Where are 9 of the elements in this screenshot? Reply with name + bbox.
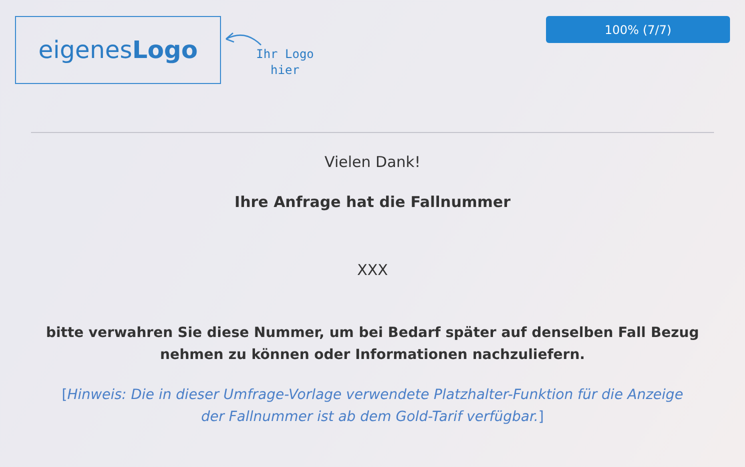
logo-text: eigenesLogo	[38, 35, 198, 66]
instructions-text: bitte verwahren Sie diese Nummer, um bei Bedarf später auf denselben Fall Bezug nehmen zu können oder Informationen nachzuliefern.	[44, 324, 700, 364]
progress-label: 100% (7/7)	[604, 22, 672, 38]
hint-text: [Hinweis: Die in dieser Umfrage-Vorlage verwendete Platzhalter-Funktion für die Anzeige der Fallnummer ist ab dem Gold-Tarif verfügbar.]	[60, 386, 684, 426]
case-intro-text: Ihre Anfrage hat die Fallnummer	[234, 192, 510, 212]
thanks-text: Vielen Dank!	[324, 152, 420, 173]
arrow-icon	[225, 32, 263, 46]
logo-hint: Ihr Logo hier	[255, 46, 315, 78]
case-number: XXX	[357, 260, 388, 281]
